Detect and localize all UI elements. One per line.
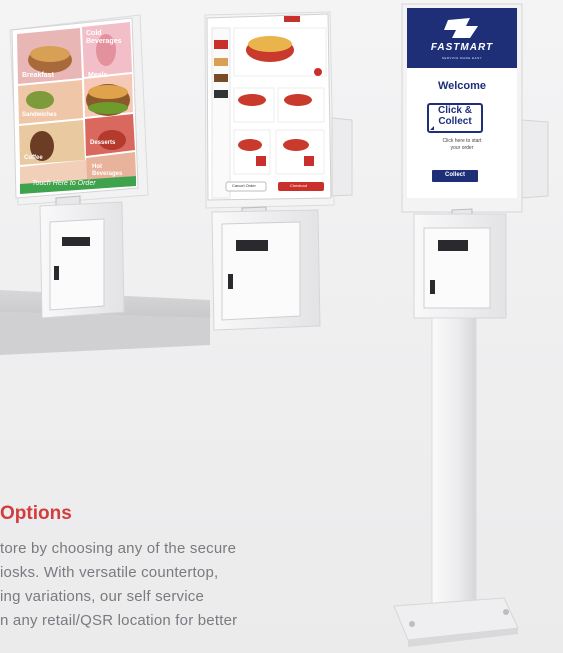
collect-button-label[interactable]: Collect bbox=[432, 172, 478, 178]
brand-tagline: SERVING MADE EASY bbox=[441, 56, 483, 60]
body-line-2: iosks. With versatile countertop, bbox=[0, 564, 219, 581]
kiosk-pole bbox=[431, 317, 477, 611]
tile-meals[interactable]: Meals bbox=[88, 72, 107, 79]
brand-name: FASTMART bbox=[430, 42, 494, 53]
touch-to-order-button[interactable]: Touch Here to Order bbox=[32, 180, 96, 187]
tile-coffee[interactable]: Coffee bbox=[24, 155, 43, 161]
body-line-3: ing variations, our self service bbox=[0, 588, 204, 605]
body-line-1: tore by choosing any of the secure bbox=[0, 540, 237, 557]
tile-breakfast[interactable]: Breakfast bbox=[22, 72, 54, 79]
cancel-order-button[interactable]: Cancel Order bbox=[232, 183, 256, 188]
hint-line-2: your order bbox=[450, 145, 474, 151]
section-title: Options bbox=[0, 503, 72, 524]
body-line-4: n any retail/QSR location for better bbox=[0, 612, 238, 629]
checkout-button[interactable]: Checkout bbox=[290, 183, 307, 188]
hint-line-1: Click here to start bbox=[442, 138, 482, 144]
tile-cold-beverages[interactable]: Cold Beverages bbox=[86, 30, 126, 46]
tile-hot-beverages[interactable]: Hot Beverages bbox=[92, 164, 132, 178]
tile-desserts[interactable]: Desserts bbox=[90, 140, 115, 146]
kiosk-center bbox=[204, 11, 353, 331]
tile-sandwiches[interactable]: Sandwiches bbox=[22, 112, 57, 118]
kiosk-right bbox=[393, 3, 549, 647]
badge-line-1: Click & bbox=[438, 105, 472, 116]
badge-line-2: Collect bbox=[438, 116, 472, 127]
welcome-heading: Welcome bbox=[437, 80, 487, 92]
